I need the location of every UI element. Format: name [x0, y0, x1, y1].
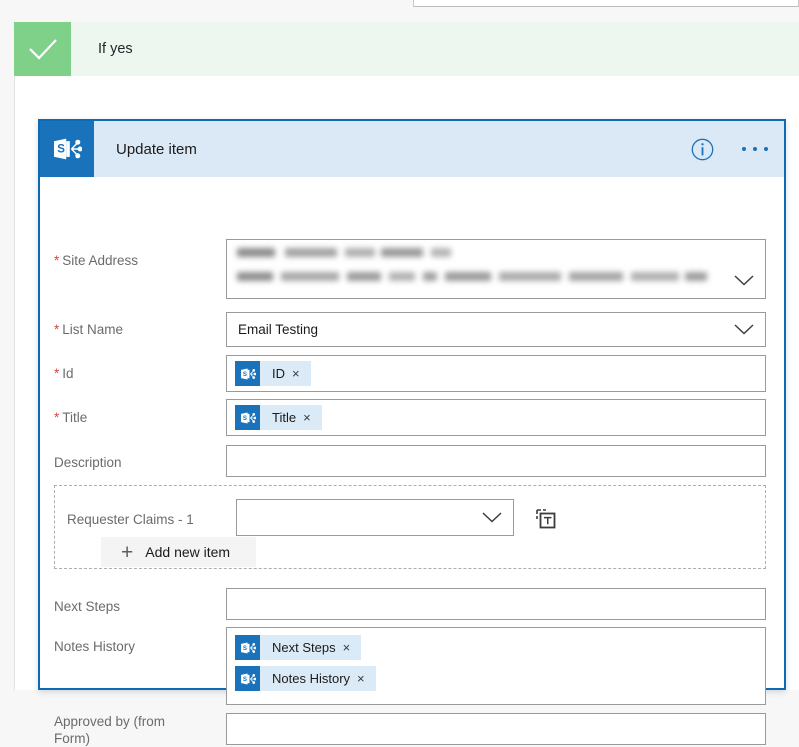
token-label: Title	[272, 410, 297, 425]
add-new-item-label: Add new item	[145, 544, 231, 560]
add-new-item-button[interactable]: + Add new item	[101, 537, 257, 567]
sharepoint-icon: S	[235, 635, 260, 660]
action-card-update-item[interactable]: S Update item * Site Address * List Name…	[38, 119, 786, 746]
svg-text:S: S	[242, 414, 246, 421]
info-circle-icon[interactable]	[691, 138, 714, 161]
sharepoint-icon: S	[235, 405, 260, 430]
field-label-approved-by: Approved by (from Form)	[54, 714, 166, 746]
notes-history-input[interactable]: S Next Steps × S Notes History ×	[226, 627, 766, 705]
token-chip[interactable]: S Next Steps ×	[235, 635, 362, 660]
approved-by-input[interactable]	[226, 713, 766, 745]
branch-header-if-yes[interactable]: If yes	[14, 22, 799, 76]
required-marker: *	[54, 253, 60, 268]
list-name-value: Email Testing	[238, 322, 319, 337]
token-label: ID	[272, 366, 285, 381]
canvas-gap	[0, 7, 799, 22]
requester-claims-repeater: Requester Claims - 1 + Add new item	[54, 485, 766, 569]
chevron-down-icon[interactable]	[733, 323, 755, 337]
token-remove-icon[interactable]: ×	[343, 641, 362, 654]
previous-card-partial	[413, 0, 799, 7]
field-label-description: Description	[54, 455, 122, 470]
token-label: Notes History	[272, 671, 351, 686]
field-label-next-steps: Next Steps	[54, 599, 121, 614]
chevron-down-icon[interactable]	[733, 274, 755, 288]
token-remove-icon[interactable]: ×	[303, 411, 322, 424]
card-title: Update item	[116, 140, 197, 158]
switch-to-text-mode-icon[interactable]	[534, 507, 558, 531]
id-input[interactable]: S ID ×	[226, 355, 766, 392]
field-label-requester-claims: Requester Claims - 1	[67, 512, 194, 527]
description-input[interactable]	[226, 445, 766, 477]
title-input[interactable]: S Title ×	[226, 399, 766, 436]
token-label: Next Steps	[272, 640, 336, 655]
token-chip[interactable]: S ID ×	[235, 361, 311, 386]
card-header-actions	[691, 121, 770, 177]
field-label-list-name: * List Name	[54, 322, 124, 337]
list-name-input[interactable]: Email Testing	[226, 312, 766, 347]
requester-claims-input[interactable]	[236, 499, 514, 536]
field-label-site-address: * Site Address	[54, 253, 139, 268]
field-label-title: * Title	[54, 410, 88, 425]
checkmark-icon	[14, 22, 71, 76]
chevron-down-icon[interactable]	[481, 511, 503, 525]
next-steps-input[interactable]	[226, 588, 766, 620]
field-label-id: * Id	[54, 366, 74, 381]
token-remove-icon[interactable]: ×	[357, 672, 376, 685]
flow-designer-canvas: If yes S Update item * Site Address * Li…	[0, 0, 799, 746]
plus-icon: +	[121, 540, 134, 564]
field-label-notes-history: Notes History	[54, 639, 136, 654]
branch-label: If yes	[98, 41, 133, 57]
token-chip[interactable]: S Title ×	[235, 405, 322, 430]
token-remove-icon[interactable]: ×	[292, 367, 311, 380]
site-address-input[interactable]	[226, 239, 766, 299]
svg-text:S: S	[242, 370, 246, 377]
svg-text:S: S	[242, 675, 246, 682]
token-chip[interactable]: S Notes History ×	[235, 666, 376, 691]
svg-text:S: S	[242, 644, 246, 651]
sharepoint-icon: S	[235, 666, 260, 691]
sharepoint-icon: S	[40, 121, 94, 177]
sharepoint-icon: S	[235, 361, 260, 386]
card-header[interactable]: S Update item	[40, 121, 784, 177]
ellipsis-icon[interactable]	[740, 141, 770, 157]
svg-text:S: S	[57, 144, 65, 156]
